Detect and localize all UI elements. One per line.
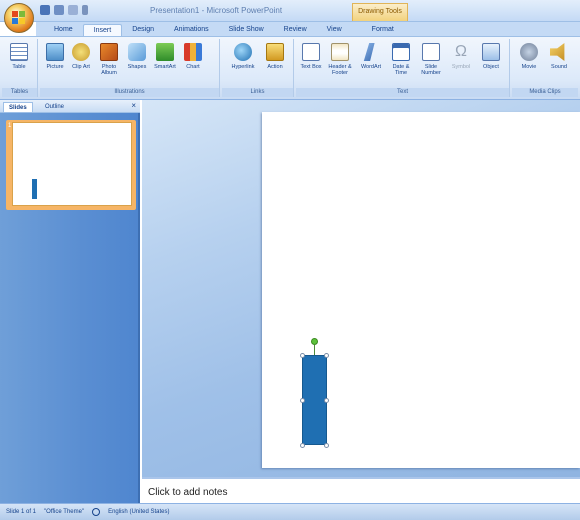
save-icon[interactable] bbox=[40, 5, 50, 15]
office-button[interactable] bbox=[4, 3, 34, 33]
text-box-button[interactable]: Text Box bbox=[300, 43, 322, 70]
group-media-clips: Movie Sound Media Clips bbox=[512, 39, 578, 97]
wordart-icon bbox=[363, 43, 375, 61]
slide-number-icon bbox=[422, 43, 440, 61]
slide-thumbnail[interactable] bbox=[12, 122, 132, 206]
office-logo-icon bbox=[12, 11, 26, 25]
tab-slide-show[interactable]: Slide Show bbox=[219, 24, 274, 36]
tab-slides[interactable]: Slides bbox=[3, 102, 33, 112]
photo-album-icon bbox=[100, 43, 118, 61]
slides-pane: Slides Outline × 1 bbox=[0, 100, 140, 503]
status-language[interactable]: English (United States) bbox=[108, 509, 169, 515]
group-label-illustrations: Illustrations bbox=[40, 88, 219, 97]
chart-button[interactable]: Chart bbox=[182, 43, 204, 70]
resize-handle-middle-right[interactable] bbox=[324, 398, 329, 403]
text-box-icon bbox=[302, 43, 320, 61]
resize-handle-top-left[interactable] bbox=[300, 353, 305, 358]
chart-icon bbox=[184, 43, 202, 61]
group-tables: Table Tables bbox=[2, 39, 38, 97]
customize-qat-icon[interactable] bbox=[82, 5, 88, 15]
window-title: Presentation1 - Microsoft PowerPoint bbox=[150, 6, 283, 15]
tab-outline[interactable]: Outline bbox=[40, 102, 69, 112]
redo-icon[interactable] bbox=[68, 5, 78, 15]
group-label-text: Text bbox=[296, 88, 509, 97]
ribbon-tabs: Home Insert Design Animations Slide Show… bbox=[36, 22, 580, 36]
group-label-links: Links bbox=[222, 88, 293, 97]
object-icon bbox=[482, 43, 500, 61]
table-icon bbox=[10, 43, 28, 61]
tab-animations[interactable]: Animations bbox=[164, 24, 219, 36]
status-theme: "Office Theme" bbox=[44, 509, 85, 515]
notes-placeholder: Click to add notes bbox=[148, 487, 228, 498]
ribbon: Table Tables Picture Clip Art Photo Albu… bbox=[0, 36, 580, 100]
spell-check-icon[interactable] bbox=[92, 508, 101, 516]
group-illustrations: Picture Clip Art Photo Album Shapes Smar… bbox=[40, 39, 220, 97]
tab-review[interactable]: Review bbox=[274, 24, 317, 36]
close-icon[interactable]: × bbox=[131, 101, 136, 110]
slide-number: 1 bbox=[8, 123, 12, 129]
resize-handle-bottom-right[interactable] bbox=[324, 443, 329, 448]
symbol-icon: Ω bbox=[455, 43, 467, 60]
group-text: Text Box Header & Footer WordArt Date & … bbox=[296, 39, 510, 97]
contextual-tab-group: Drawing Tools bbox=[352, 3, 408, 21]
group-label-media-clips: Media Clips bbox=[512, 88, 578, 97]
thumbnail-shape bbox=[32, 179, 37, 199]
notes-pane[interactable]: Click to add notes bbox=[142, 477, 580, 503]
picture-icon bbox=[46, 43, 64, 61]
sound-icon bbox=[550, 43, 565, 61]
table-button[interactable]: Table bbox=[8, 43, 30, 70]
smartart-icon bbox=[156, 43, 174, 61]
tab-design[interactable]: Design bbox=[122, 24, 164, 36]
photo-album-button[interactable]: Photo Album bbox=[98, 43, 120, 76]
title-bar: Presentation1 - Microsoft PowerPoint Dra… bbox=[0, 0, 580, 33]
quick-access-toolbar bbox=[40, 5, 88, 15]
tab-home[interactable]: Home bbox=[44, 24, 83, 36]
pane-tabs: Slides Outline × bbox=[0, 100, 140, 113]
header-footer-button[interactable]: Header & Footer bbox=[326, 43, 354, 76]
resize-handle-top-right[interactable] bbox=[324, 353, 329, 358]
resize-handle-bottom-left[interactable] bbox=[300, 443, 305, 448]
picture-button[interactable]: Picture bbox=[44, 43, 66, 70]
clip-art-button[interactable]: Clip Art bbox=[70, 43, 92, 70]
hyperlink-icon bbox=[234, 43, 252, 61]
symbol-button[interactable]: Ω Symbol bbox=[448, 43, 474, 70]
group-label-tables: Tables bbox=[2, 88, 37, 97]
rotation-handle[interactable] bbox=[311, 338, 318, 345]
shapes-icon bbox=[128, 43, 146, 61]
smartart-button[interactable]: SmartArt bbox=[154, 43, 176, 70]
action-button[interactable]: Action bbox=[262, 43, 288, 70]
wordart-button[interactable]: WordArt bbox=[358, 43, 384, 70]
status-bar: Slide 1 of 1 "Office Theme" English (Uni… bbox=[0, 503, 580, 520]
date-time-icon bbox=[392, 43, 410, 61]
group-links: Hyperlink Action Links bbox=[222, 39, 294, 97]
status-slide-info: Slide 1 of 1 bbox=[6, 509, 37, 515]
slide-number-button[interactable]: Slide Number bbox=[418, 43, 444, 76]
movie-button[interactable]: Movie bbox=[516, 43, 542, 70]
tab-format[interactable]: Format bbox=[362, 24, 404, 36]
header-footer-icon bbox=[331, 43, 349, 61]
undo-icon[interactable] bbox=[54, 5, 64, 15]
sound-button[interactable]: Sound bbox=[546, 43, 572, 70]
shapes-button[interactable]: Shapes bbox=[126, 43, 148, 70]
movie-icon bbox=[520, 43, 538, 61]
tab-insert[interactable]: Insert bbox=[82, 24, 123, 36]
resize-handle-middle-left[interactable] bbox=[300, 398, 305, 403]
object-button[interactable]: Object bbox=[478, 43, 504, 70]
hyperlink-button[interactable]: Hyperlink bbox=[228, 43, 258, 70]
clip-art-icon bbox=[72, 43, 90, 61]
tab-view[interactable]: View bbox=[317, 24, 352, 36]
action-icon bbox=[266, 43, 284, 61]
date-time-button[interactable]: Date & Time bbox=[388, 43, 414, 76]
rotation-handle-stem bbox=[314, 345, 315, 355]
